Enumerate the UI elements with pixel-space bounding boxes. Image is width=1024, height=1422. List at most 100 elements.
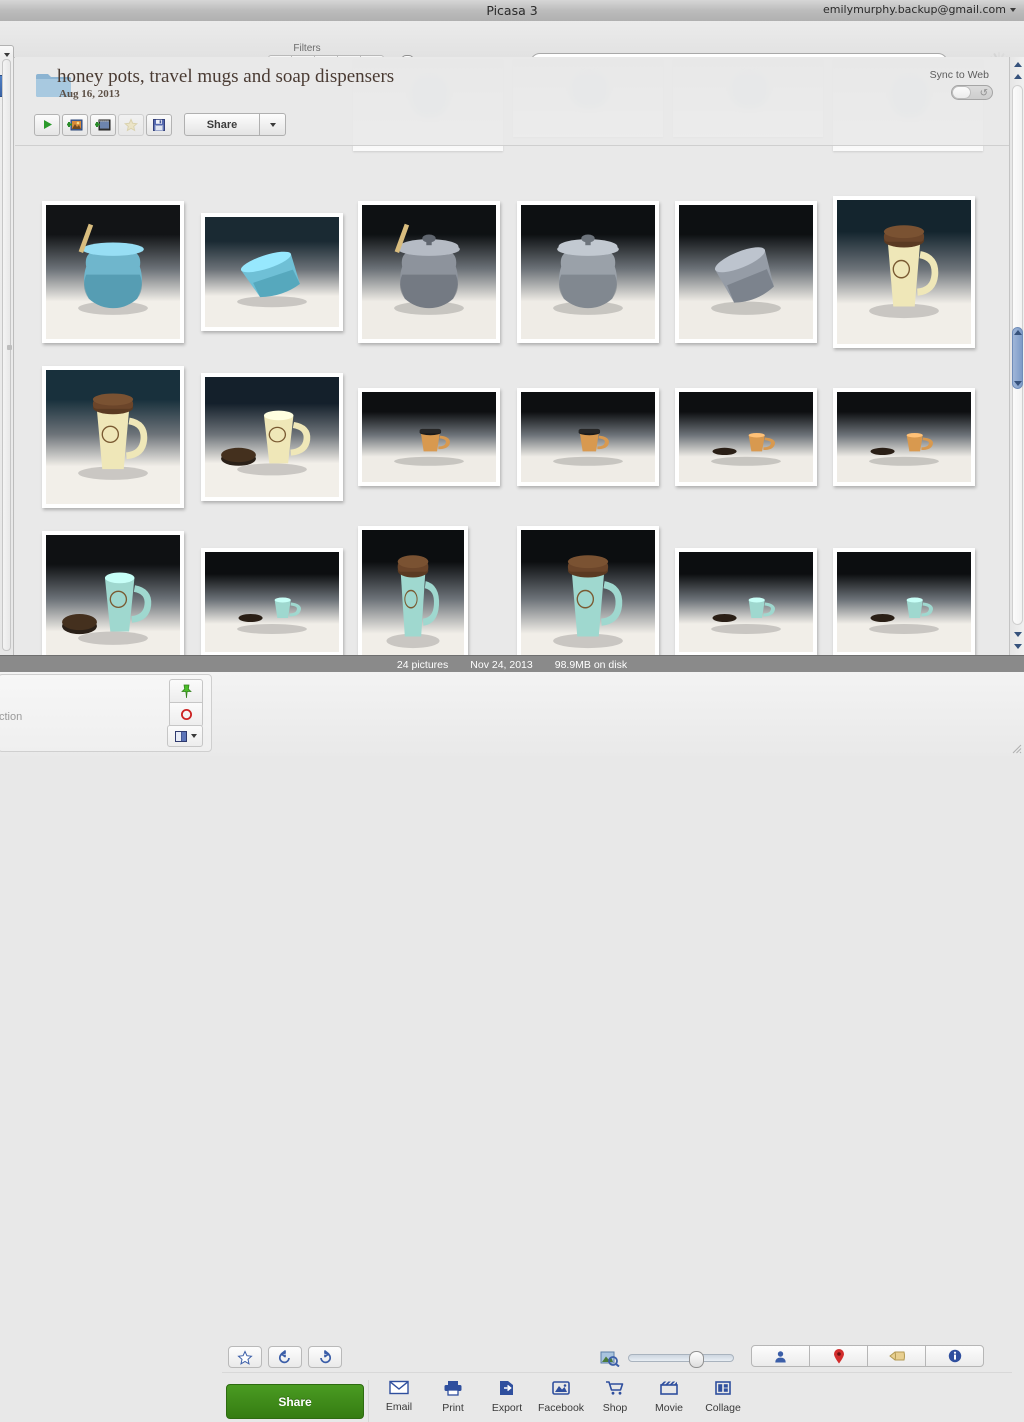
- account-email: emilymurphy.backup@gmail.com: [822, 3, 1006, 16]
- places-button[interactable]: [809, 1345, 868, 1367]
- thumbnail-size-slider[interactable]: [628, 1351, 734, 1368]
- facebook-button[interactable]: Facebook: [534, 1380, 588, 1414]
- sync-to-web-toggle[interactable]: ↺: [951, 85, 993, 100]
- yellow-sun-mug-with-lid-off: [205, 377, 339, 497]
- photo-thumbnail[interactable]: [517, 201, 659, 343]
- share-dropdown-button[interactable]: [260, 113, 286, 136]
- sidebar-splitter-handle[interactable]: [7, 345, 12, 350]
- print-button-label: Print: [442, 1402, 464, 1414]
- small-orange-mug-lidded-2: [521, 392, 655, 482]
- photo-frame[interactable]: [675, 548, 817, 655]
- photo-frame[interactable]: [201, 213, 343, 331]
- photo-frame[interactable]: [358, 201, 500, 343]
- photo-frame[interactable]: [358, 526, 468, 655]
- album-picker-button[interactable]: [167, 725, 203, 747]
- email-button[interactable]: Email: [372, 1380, 426, 1414]
- small-orange-mug-lidded: [362, 392, 496, 482]
- star-outline-icon: [237, 1349, 253, 1365]
- scroll-up-arrow-icon-2[interactable]: [1012, 71, 1023, 82]
- clear-selection-button[interactable]: [169, 703, 203, 727]
- left-sidebar-strip: [0, 57, 14, 655]
- photo-thumbnail[interactable]: [42, 531, 184, 655]
- photo-frame[interactable]: [358, 388, 500, 486]
- scroll-down-arrow-icon-2[interactable]: [1012, 641, 1023, 652]
- add-movie-button[interactable]: [90, 113, 116, 136]
- shop-button[interactable]: Shop: [588, 1380, 642, 1414]
- photo-frame[interactable]: [201, 548, 343, 655]
- photo-frame[interactable]: [517, 388, 659, 486]
- clapperboard-icon: [659, 1380, 679, 1399]
- share-button[interactable]: Share: [226, 1384, 364, 1419]
- rotate-right-button[interactable]: [308, 1346, 342, 1368]
- photo-frame[interactable]: [833, 388, 975, 486]
- content-vertical-scrollbar[interactable]: [1009, 57, 1024, 655]
- album-title[interactable]: honey pots, travel mugs and soap dispens…: [57, 66, 394, 88]
- photo-thumbnail[interactable]: [833, 548, 975, 655]
- photo-frame[interactable]: [675, 201, 817, 343]
- sidebar-scrollbar[interactable]: [2, 59, 11, 651]
- export-button[interactable]: Export: [480, 1380, 534, 1414]
- rotate-ccw-icon: [279, 1350, 290, 1364]
- photo-thumbnail[interactable]: [201, 213, 343, 331]
- orange-mug-with-lid-off-2: [837, 392, 971, 482]
- photo-frame[interactable]: [517, 201, 659, 343]
- star-rating-button[interactable]: [228, 1346, 262, 1368]
- info-button[interactable]: [925, 1345, 984, 1367]
- photo-thumbnail[interactable]: [358, 201, 500, 343]
- tags-button[interactable]: [867, 1345, 926, 1367]
- photo-frame[interactable]: [833, 548, 975, 655]
- scroll-up-arrow-icon[interactable]: [1012, 59, 1023, 70]
- account-menu[interactable]: emilymurphy.backup@gmail.com: [823, 3, 1016, 16]
- photo-thumbnail[interactable]: [833, 196, 975, 348]
- photo-frame[interactable]: [42, 201, 184, 343]
- photo-thumbnail[interactable]: [358, 526, 468, 655]
- photo-thumbnail[interactable]: [42, 366, 184, 508]
- collage-button-label: Collage: [705, 1402, 741, 1414]
- photo-frame[interactable]: [833, 196, 975, 348]
- facebook-button-label: Facebook: [537, 1402, 585, 1414]
- quick-edit-buttons: [228, 1346, 342, 1368]
- photo-frame[interactable]: [42, 366, 184, 508]
- scrollbar-thumb[interactable]: [1012, 327, 1023, 389]
- add-photos-button[interactable]: [62, 113, 88, 136]
- photo-thumbnail[interactable]: [201, 373, 343, 501]
- collage-button[interactable]: Collage: [696, 1380, 750, 1414]
- photo-thumbnail[interactable]: [517, 526, 659, 655]
- share-album-button[interactable]: Share: [184, 113, 260, 136]
- photo-thumbnail[interactable]: [833, 388, 975, 486]
- save-button[interactable]: [146, 113, 172, 136]
- movie-button[interactable]: Movie: [642, 1380, 696, 1414]
- title-bar: Picasa 3 emilymurphy.backup@gmail.com: [0, 0, 1024, 22]
- photo-thumbnail[interactable]: [675, 201, 817, 343]
- resize-grip-icon[interactable]: [1009, 741, 1022, 754]
- play-slideshow-button[interactable]: [34, 113, 60, 136]
- photo-frame[interactable]: [201, 373, 343, 501]
- people-button[interactable]: [751, 1345, 810, 1367]
- scroll-down-arrow-icon[interactable]: [1012, 629, 1023, 640]
- shop-button-label: Shop: [602, 1402, 628, 1414]
- play-icon: [43, 120, 52, 129]
- shopping-cart-icon: [605, 1380, 625, 1399]
- envelope-icon: [389, 1380, 409, 1398]
- photo-thumbnail[interactable]: [517, 388, 659, 486]
- photo-frame[interactable]: [42, 531, 184, 655]
- photo-frame[interactable]: [675, 388, 817, 486]
- star-album-button[interactable]: [118, 113, 144, 136]
- orange-mug-with-lid-off: [679, 392, 813, 482]
- rotate-left-button[interactable]: [268, 1346, 302, 1368]
- picture-icon: [551, 1380, 571, 1399]
- yellow-sun-travel-mug-lidded: [837, 200, 971, 344]
- album-action-buttons: Share: [34, 113, 286, 136]
- pin-button[interactable]: [169, 679, 203, 703]
- photo-frame[interactable]: [517, 526, 659, 655]
- thumbnail-size-icon: [600, 1351, 620, 1367]
- photo-thumbnail[interactable]: [42, 201, 184, 343]
- star-icon: [124, 117, 138, 131]
- photo-thumbnail[interactable]: [358, 388, 500, 486]
- photo-thumbnail[interactable]: [201, 548, 343, 655]
- print-button[interactable]: Print: [426, 1380, 480, 1414]
- thumbnail-size-slider-handle[interactable]: [689, 1351, 704, 1368]
- photo-thumbnail[interactable]: [675, 388, 817, 486]
- photo-thumbnail[interactable]: [675, 548, 817, 655]
- bottom-vertical-divider: [368, 1380, 369, 1422]
